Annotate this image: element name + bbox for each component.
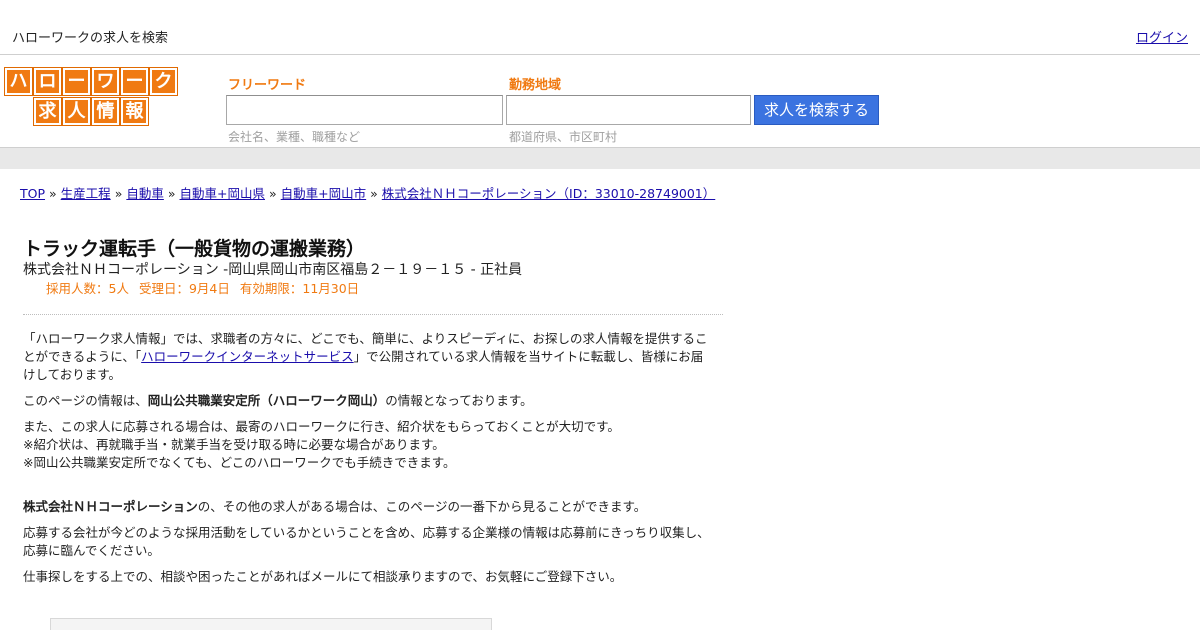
site-tagline: ハローワークの求人を検索 — [12, 31, 169, 46]
logo-tile: 報 — [120, 97, 149, 126]
logo-tile: 情 — [91, 97, 120, 126]
breadcrumb-separator: » — [269, 186, 277, 201]
research-paragraph: 応募する会社が今どのような採用活動をしているかということを含め、応募する企業様の… — [23, 525, 710, 558]
job-description: 「ハローワーク求人情報」では、求職者の方々に、どこでも、簡単に、よりスピーディに… — [23, 330, 715, 594]
other-jobs-text: の、その他の求人がある場合は、このページの一番下から見ることができます。 — [197, 499, 647, 514]
job-received-date: 受理日：9月4日 — [138, 281, 230, 296]
header-divider-bar — [0, 147, 1200, 169]
referral-line-3: ※岡山公共職業安定所でなくても、どこのハローワークでも手続きできます。 — [23, 455, 456, 470]
search-button[interactable]: 求人を検索する — [754, 95, 879, 125]
breadcrumb-separator: » — [49, 186, 57, 201]
source-office: 岡山公共職業安定所（ハローワーク岡山） — [147, 393, 386, 408]
search-header: ハ ロ ー ワ ー ク 求 人 情 報 フリーワード 会社名、業種、職種など 勤… — [0, 56, 1200, 147]
area-input[interactable] — [506, 95, 751, 125]
site-logo[interactable]: ハ ロ ー ワ ー ク 求 人 情 報 — [4, 67, 181, 126]
keyword-label: フリーワード — [228, 78, 307, 93]
logo-tile: ワ — [91, 67, 120, 96]
breadcrumb-automobile-okayama-pref[interactable]: 自動車+岡山県 — [180, 186, 265, 201]
breadcrumb-top[interactable]: TOP — [20, 186, 45, 201]
source-text-end: の情報となっております。 — [385, 393, 533, 408]
job-expiry-date: 有効期限：11月30日 — [239, 281, 360, 296]
keyword-input[interactable] — [226, 95, 503, 125]
area-hint: 都道府県、市区町村 — [509, 130, 618, 144]
registration-box — [50, 618, 492, 630]
job-hires: 採用人数：5人 — [46, 281, 129, 296]
keyword-hint: 会社名、業種、職種など — [228, 130, 361, 144]
other-jobs-paragraph: 株式会社ＮＨコーポレーションの、その他の求人がある場合は、このページの一番下から… — [23, 498, 715, 516]
consultation-paragraph: 仕事探しをする上での、相談や困ったことがあればメールにて相談承りますので、お気軽… — [23, 569, 623, 584]
job-title: トラック運転手（一般貨物の運搬業務） — [23, 238, 366, 260]
referral-line-1: また、この求人に応募される場合は、最寄のハローワークに行き、紹介状をもらっておく… — [23, 419, 620, 434]
source-text: このページの情報は、 — [23, 393, 148, 408]
job-subtitle: 株式会社ＮＨコーポレーション -岡山県岡山市南区福島２－１９－１５ - 正社員 — [23, 262, 523, 278]
login-link[interactable]: ログイン — [1136, 27, 1188, 46]
referral-line-2: ※紹介状は、再就職手当・就業手当を受け取る時に必要な場合があります。 — [23, 437, 445, 452]
referral-paragraph: また、この求人に応募される場合は、最寄のハローワークに行き、紹介状をもらっておく… — [23, 418, 715, 472]
breadcrumb-automobile[interactable]: 自動車 — [126, 186, 164, 201]
source-paragraph: このページの情報は、岡山公共職業安定所（ハローワーク岡山）の情報となっております… — [23, 392, 715, 410]
logo-row-top: ハ ロ ー ワ ー ク — [4, 67, 178, 96]
breadcrumb-production[interactable]: 生産工程 — [61, 186, 111, 201]
logo-tile: ハ — [4, 67, 33, 96]
section-divider — [23, 314, 723, 315]
logo-row-bottom: 求 人 情 報 — [33, 97, 149, 126]
logo-tile: ー — [62, 67, 91, 96]
breadcrumb: TOP» 生産工程» 自動車» 自動車+岡山県» 自動車+岡山市» 株式会社ＮＨコーポレー… — [20, 183, 715, 202]
hellowork-internet-link[interactable]: ハローワークインターネットサービス — [141, 349, 354, 364]
breadcrumb-separator: » — [167, 186, 176, 201]
area-label: 勤務地域 — [509, 78, 562, 93]
breadcrumb-separator: » — [370, 186, 378, 201]
breadcrumb-company[interactable]: 株式会社ＮＨコーポレーション（ID：33010-28749001） — [382, 186, 715, 201]
logo-tile: ク — [149, 67, 178, 96]
breadcrumb-automobile-okayama-city[interactable]: 自動車+岡山市 — [281, 186, 366, 201]
company-name-bold: 株式会社ＮＨコーポレーション — [23, 499, 198, 514]
job-meta: 採用人数：5人 受理日：9月4日 有効期限：11月30日 — [46, 278, 369, 297]
logo-tile: ロ — [33, 67, 62, 96]
top-bar: ハローワークの求人を検索 ログイン — [0, 0, 1200, 55]
logo-tile: 人 — [62, 97, 91, 126]
intro-paragraph: 「ハローワーク求人情報」では、求職者の方々に、どこでも、簡単に、よりスピーディに… — [23, 330, 715, 384]
logo-tile: 求 — [33, 97, 62, 126]
logo-tile: ー — [120, 67, 149, 96]
breadcrumb-separator: » — [114, 186, 123, 201]
